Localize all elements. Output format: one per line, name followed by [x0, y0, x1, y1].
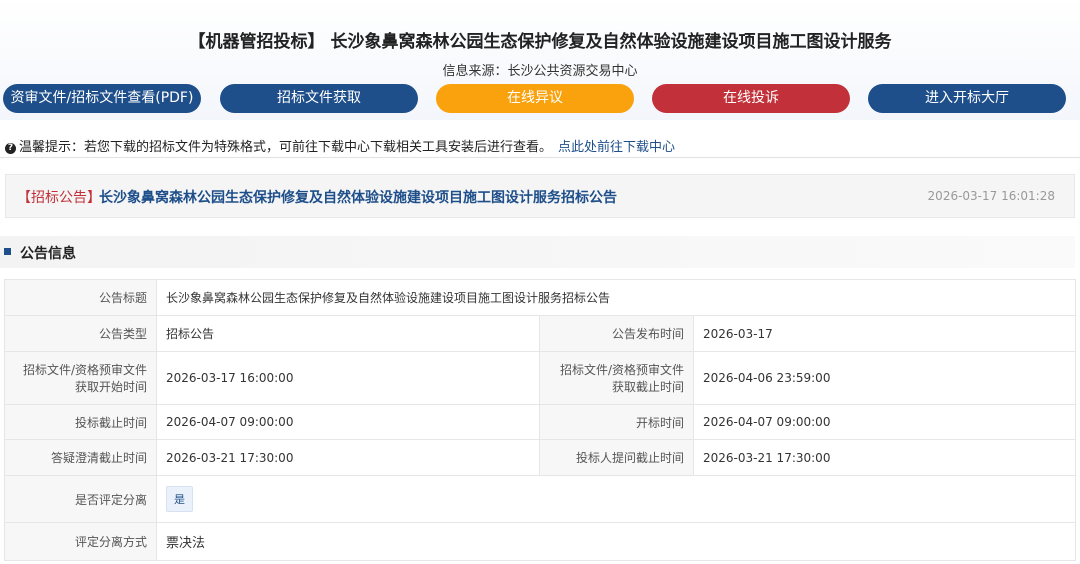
- question-circle-icon: ?: [5, 143, 16, 154]
- doc-end-value: 2026-04-06 23:59:00: [692, 351, 1077, 405]
- table-row: 投标截止时间 2026-04-07 09:00:00 开标时间 2026-04-…: [4, 404, 1077, 440]
- announcement-datetime: 2026-03-17 16:01:28: [927, 189, 1055, 203]
- tip-text: 温馨提示：若您下载的招标文件为特殊格式，可前往下载中心下载相关工具安装后进行查看…: [19, 140, 553, 155]
- section-square-icon: [4, 248, 11, 255]
- view-documents-pdf-button[interactable]: 资审文件/招标文件查看(PDF): [3, 84, 201, 113]
- doc-start-label: 招标文件/资格预审文件获取开始时间: [4, 351, 157, 405]
- clarify-deadline-label: 答疑澄清截止时间: [4, 439, 157, 476]
- opening-time-label: 开标时间: [539, 404, 694, 440]
- announcement-bar: 【招标公告】 长沙象鼻窝森林公园生态保护修复及自然体验设施建设项目施工图设计服务…: [5, 174, 1075, 218]
- type-label: 公告类型: [4, 315, 157, 352]
- table-row: 是否评定分离 是: [4, 475, 1077, 523]
- page-title: 【机器管招投标】 长沙象鼻窝森林公园生态保护修复及自然体验设施建设项目施工图设计…: [188, 32, 892, 52]
- table-row: 公告类型 招标公告 公告发布时间 2026-03-17: [4, 315, 1077, 352]
- clarify-deadline-value: 2026-03-21 17:30:00: [156, 439, 540, 476]
- table-row: 公告标题 长沙象鼻窝森林公园生态保护修复及自然体验设施建设项目施工图设计服务招标…: [4, 279, 1077, 316]
- opening-time-value: 2026-04-07 09:00:00: [692, 404, 1077, 440]
- enter-bid-opening-hall-button[interactable]: 进入开标大厅: [868, 84, 1066, 113]
- method-value: 票决法: [155, 522, 1077, 561]
- online-complaint-button[interactable]: 在线投诉: [652, 84, 850, 113]
- info-source: 信息来源：长沙公共资源交易中心: [442, 64, 638, 79]
- download-tip: ? 温馨提示：若您下载的招标文件为特殊格式，可前往下载中心下载相关工具安装后进行查…: [5, 136, 675, 155]
- question-deadline-value: 2026-03-21 17:30:00: [692, 439, 1077, 476]
- get-bid-documents-button[interactable]: 招标文件获取: [220, 84, 418, 113]
- online-objection-button[interactable]: 在线异议: [436, 84, 634, 113]
- announcement-tag: 【招标公告】: [17, 190, 101, 206]
- question-deadline-label: 投标人提问截止时间: [539, 439, 694, 476]
- separate-value-cell: 是: [155, 475, 1077, 523]
- title-value: 长沙象鼻窝森林公园生态保护修复及自然体验设施建设项目施工图设计服务招标公告: [155, 279, 1077, 316]
- table-row: 评定分离方式 票决法: [4, 522, 1077, 561]
- publish-time-value: 2026-03-17: [692, 315, 1077, 352]
- table-row: 答疑澄清截止时间 2026-03-21 17:30:00 投标人提问截止时间 2…: [4, 439, 1077, 476]
- bid-deadline-label: 投标截止时间: [4, 404, 157, 440]
- announcement-info-table: 公告标题 长沙象鼻窝森林公园生态保护修复及自然体验设施建设项目施工图设计服务招标…: [4, 279, 1077, 561]
- title-label: 公告标题: [4, 279, 157, 316]
- publish-time-label: 公告发布时间: [539, 315, 694, 352]
- separate-label: 是否评定分离: [4, 475, 157, 523]
- bid-deadline-value: 2026-04-07 09:00:00: [156, 404, 540, 440]
- action-buttons: 资审文件/招标文件查看(PDF) 招标文件获取 在线异议 在线投诉 进入开标大厅: [0, 84, 1080, 113]
- separate-value-badge: 是: [166, 486, 193, 512]
- header: 【机器管招投标】 长沙象鼻窝森林公园生态保护修复及自然体验设施建设项目施工图设计…: [0, 0, 1080, 120]
- method-label: 评定分离方式: [4, 522, 157, 561]
- type-value: 招标公告: [156, 315, 540, 352]
- doc-start-value: 2026-03-17 16:00:00: [156, 351, 540, 405]
- section-title: 公告信息: [20, 246, 76, 262]
- download-center-link[interactable]: 点此处前往下载中心: [558, 140, 675, 155]
- divider: [0, 157, 1080, 158]
- doc-end-label: 招标文件/资格预审文件获取截止时间: [539, 351, 694, 405]
- table-row: 招标文件/资格预审文件获取开始时间 2026-03-17 16:00:00 招标…: [4, 351, 1077, 405]
- announcement-title-link[interactable]: 长沙象鼻窝森林公园生态保护修复及自然体验设施建设项目施工图设计服务招标公告: [99, 187, 617, 207]
- section-header: 公告信息: [0, 236, 1075, 268]
